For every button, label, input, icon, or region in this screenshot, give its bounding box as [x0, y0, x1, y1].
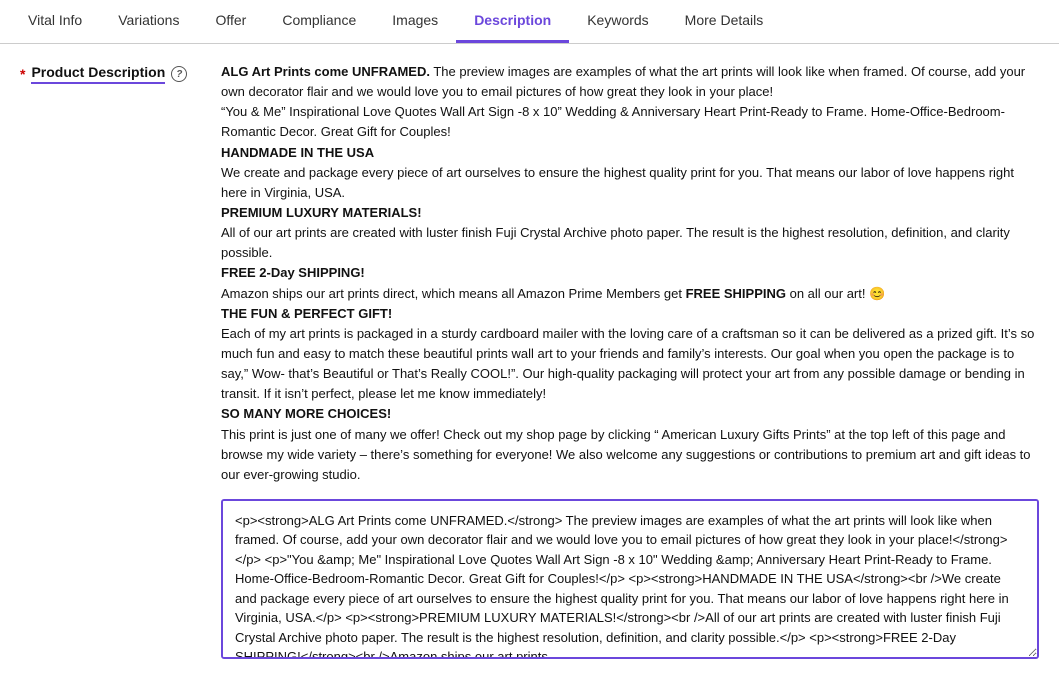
tabs-bar: Vital InfoVariationsOfferComplianceImage… — [0, 0, 1059, 44]
main-content: * Product Description ? ALG Art Prints c… — [0, 44, 1059, 680]
field-label-col: * Product Description ? — [20, 62, 205, 84]
field-label: Product Description — [31, 64, 165, 84]
tab-description[interactable]: Description — [456, 0, 569, 43]
tab-variations[interactable]: Variations — [100, 0, 197, 43]
tab-compliance[interactable]: Compliance — [264, 0, 374, 43]
tab-more-details[interactable]: More Details — [667, 0, 782, 43]
field-content-col: ALG Art Prints come UNFRAMED. The previe… — [221, 62, 1039, 662]
tab-vital-info[interactable]: Vital Info — [10, 0, 100, 43]
product-description-row: * Product Description ? ALG Art Prints c… — [20, 62, 1039, 662]
field-label-wrapper: * Product Description ? — [20, 64, 205, 84]
tab-keywords[interactable]: Keywords — [569, 0, 666, 43]
help-icon[interactable]: ? — [171, 66, 187, 82]
required-star: * — [20, 66, 25, 82]
tab-images[interactable]: Images — [374, 0, 456, 43]
description-display: ALG Art Prints come UNFRAMED. The previe… — [221, 62, 1039, 485]
tab-offer[interactable]: Offer — [197, 0, 264, 43]
